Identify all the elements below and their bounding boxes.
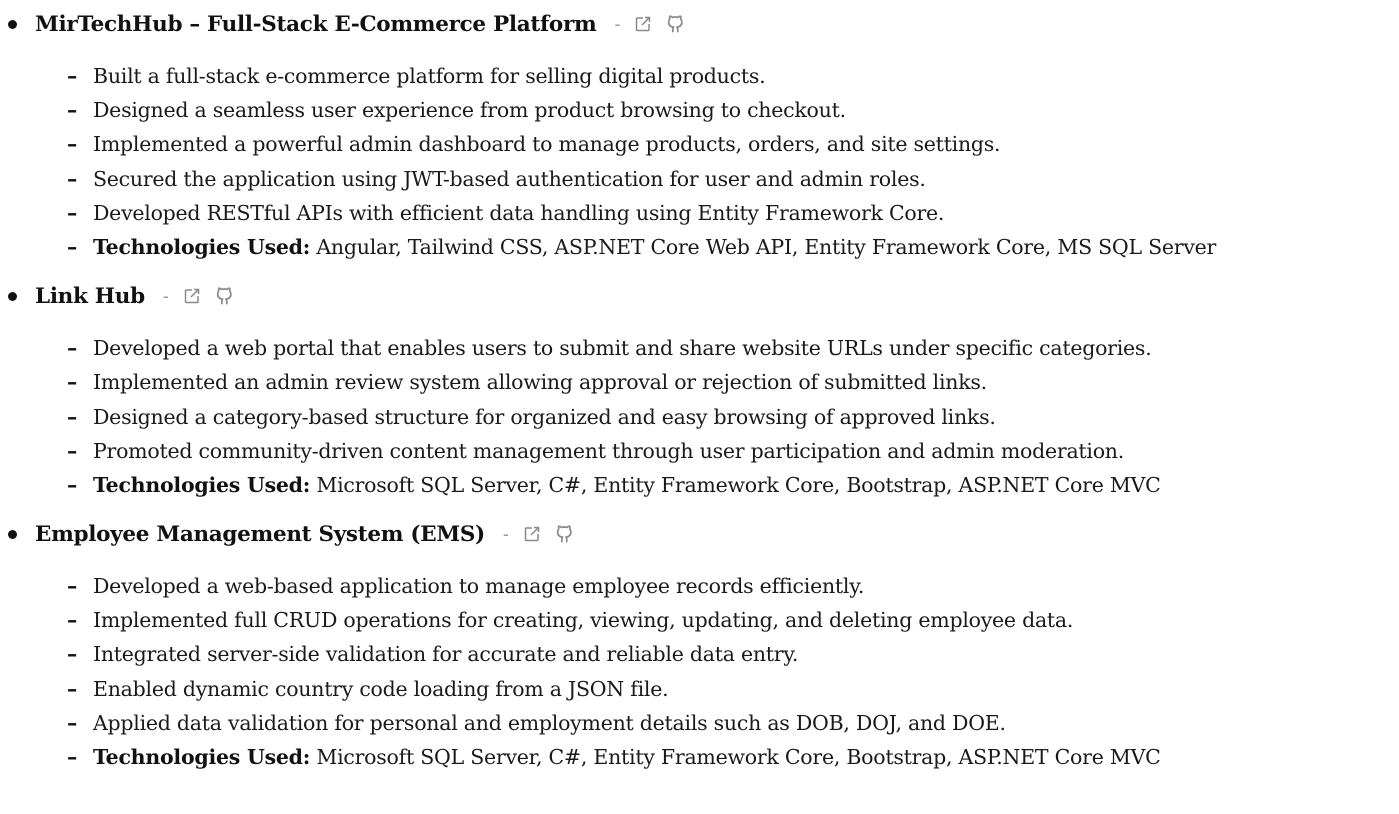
list-item: – Integrated server-side validation for a… — [0, 637, 1399, 671]
dash-marker: – — [67, 166, 77, 191]
dash-marker: – — [67, 472, 77, 497]
project-header: Link Hub - — [0, 272, 1399, 320]
list-item: – Developed a web-based application to ma… — [0, 569, 1399, 603]
list-item: – Developed a web portal that enables use… — [0, 331, 1399, 365]
project-details-list: – Developed a web-based application to ma… — [0, 569, 1399, 774]
title-separator: - — [502, 523, 509, 544]
projects-section: MirTechHub – Full-Stack E-Commerce Platf… — [0, 0, 1399, 774]
dash-marker: – — [67, 404, 77, 429]
project-title: Link Hub — [35, 283, 145, 309]
list-item: – Designed a seamless user experience fro… — [0, 93, 1399, 127]
bullet-dot — [8, 292, 17, 302]
project-mirtechhub: MirTechHub – Full-Stack E-Commerce Platf… — [0, 0, 1399, 272]
dash-marker: – — [67, 132, 77, 157]
item-text: Implemented a powerful admin dashboard t… — [93, 132, 1001, 157]
dash-marker: – — [67, 608, 77, 633]
item-text: Built a full-stack e-commerce platform f… — [93, 64, 766, 88]
external-link-icon[interactable] — [634, 15, 652, 33]
project-title: Employee Management System (EMS) — [35, 521, 485, 547]
project-title: MirTechHub – Full-Stack E-Commerce Platf… — [35, 11, 597, 37]
tech-label: Technologies Used: — [93, 745, 311, 769]
external-link-icon[interactable] — [523, 525, 541, 543]
item-text: Implemented an admin review system allow… — [93, 370, 987, 395]
list-item: – Applied data validation for personal an… — [0, 706, 1399, 740]
title-separator: - — [614, 13, 621, 34]
tech-value: Microsoft SQL Server, C#, Entity Framewo… — [316, 745, 1161, 769]
tech-value: Microsoft SQL Server, C#, Entity Framewo… — [316, 472, 1161, 497]
list-item: – Implemented a powerful admin dashboard … — [0, 127, 1399, 161]
external-link-icon[interactable] — [183, 287, 201, 305]
item-text: Designed a category-based structure for … — [93, 404, 996, 429]
list-item: – Promoted community-driven content manag… — [0, 434, 1399, 468]
item-text: Implemented full CRUD operations for cre… — [93, 608, 1074, 633]
tech-list-item: – Technologies Used: Angular, Tailwind CS… — [0, 230, 1399, 264]
project-details-list: – Developed a web portal that enables use… — [0, 331, 1399, 502]
list-item: – Implemented full CRUD operations for cr… — [0, 603, 1399, 637]
dash-marker: – — [67, 234, 77, 259]
github-icon[interactable] — [666, 14, 685, 34]
dash-marker: – — [67, 710, 77, 735]
dash-marker: – — [67, 745, 77, 769]
dash-marker: – — [67, 642, 77, 667]
project-header: Employee Management System (EMS) - — [0, 510, 1399, 558]
item-text: Promoted community-driven content manage… — [93, 438, 1125, 463]
item-text: Secured the application using JWT-based … — [93, 166, 926, 191]
list-item: – Designed a category-based structure for… — [0, 400, 1399, 434]
item-text: Applied data validation for personal and… — [93, 710, 1006, 735]
dash-marker: – — [67, 98, 77, 123]
tech-value: Angular, Tailwind CSS, ASP.NET Core Web … — [316, 234, 1217, 259]
project-link-hub: Link Hub - – Developed a web portal that … — [0, 272, 1399, 510]
dash-marker: – — [67, 438, 77, 463]
project-header: MirTechHub – Full-Stack E-Commerce Platf… — [0, 0, 1399, 48]
item-text: Integrated server-side validation for ac… — [93, 642, 799, 667]
dash-marker: – — [67, 200, 77, 225]
item-text: Developed a web portal that enables user… — [93, 336, 1152, 361]
dash-marker: – — [67, 64, 77, 88]
item-text: Developed RESTful APIs with efficient da… — [93, 200, 945, 225]
github-icon[interactable] — [215, 287, 234, 306]
list-item: – Implemented an admin review system allo… — [0, 365, 1399, 399]
list-item: – Developed RESTful APIs with efficient d… — [0, 196, 1399, 230]
item-text: Enabled dynamic country code loading fro… — [93, 676, 669, 701]
dash-marker: – — [67, 676, 77, 701]
bullet-dot — [8, 20, 17, 29]
tech-label: Technologies Used: — [93, 234, 311, 259]
dash-marker: – — [67, 336, 77, 361]
item-text: Developed a web-based application to man… — [93, 574, 865, 599]
tech-list-item: – Technologies Used: Microsoft SQL Server… — [0, 468, 1399, 502]
github-icon[interactable] — [555, 525, 574, 544]
dash-marker: – — [67, 574, 77, 599]
tech-list-item: – Technologies Used: Microsoft SQL Server… — [0, 740, 1399, 774]
project-ems: Employee Management System (EMS) - – Deve… — [0, 510, 1399, 774]
tech-label: Technologies Used: — [93, 472, 311, 497]
list-item: – Built a full-stack e-commerce platform … — [0, 59, 1399, 93]
dash-marker: – — [67, 370, 77, 395]
title-separator: - — [162, 285, 169, 306]
list-item: – Enabled dynamic country code loading fr… — [0, 672, 1399, 706]
list-item: – Secured the application using JWT-based… — [0, 162, 1399, 196]
item-text: Designed a seamless user experience from… — [93, 98, 846, 123]
bullet-dot — [8, 530, 17, 540]
project-details-list: – Built a full-stack e-commerce platform … — [0, 59, 1399, 264]
